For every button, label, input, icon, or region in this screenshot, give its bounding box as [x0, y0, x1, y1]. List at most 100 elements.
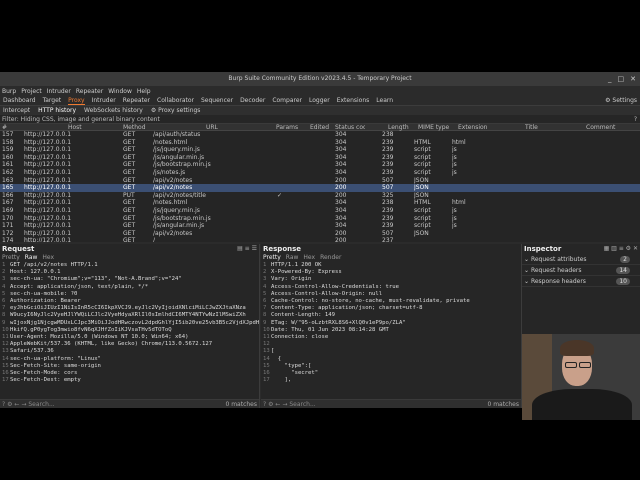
tab-learn[interactable]: Learn — [376, 96, 393, 105]
filter-bar[interactable]: Filter: Hiding CSS, image and general bi… — [0, 115, 640, 124]
tab-comparer[interactable]: Comparer — [272, 96, 302, 105]
table-row[interactable]: 163 http://127.0.0.1 GET/api/v2/notes 200 50… — [0, 177, 640, 185]
menu-intruder[interactable]: Intruder — [47, 87, 71, 96]
maximize-button[interactable]: □ — [618, 74, 625, 84]
minimize-button[interactable]: _ — [608, 74, 612, 84]
help-icon[interactable]: ? — [634, 115, 637, 124]
help-icon[interactable]: ? — [263, 401, 266, 408]
line-number: 5 — [263, 290, 267, 297]
table-body: 157 http://127.0.0.1 GET/api/auth/status 30… — [0, 131, 640, 242]
table-row[interactable]: 161 http://127.0.0.1 GET/js/bootstrap.min.… — [0, 161, 640, 169]
table-cell: GET — [123, 138, 136, 146]
table-cell: 304 — [335, 161, 347, 169]
table-cell: http://127.0.0.1 — [24, 237, 72, 242]
tab-logger[interactable]: Logger — [309, 96, 330, 105]
line-number: 16 — [2, 370, 9, 377]
line-number: 10 — [263, 326, 270, 333]
table-row[interactable]: 160 http://127.0.0.1 GET/js/angular.min.js… — [0, 154, 640, 162]
subtab-websockets-history[interactable]: WebSockets history — [84, 106, 143, 115]
subtab-intercept[interactable]: Intercept — [3, 106, 30, 115]
table-cell: js — [452, 168, 457, 176]
table-row[interactable]: 167 http://127.0.0.1 GET/notes.html 304 238 H… — [0, 199, 640, 207]
request-search-input[interactable]: Search... — [28, 401, 54, 408]
tab-extensions[interactable]: Extensions — [337, 96, 370, 105]
table-row[interactable]: 171 http://127.0.0.1 GET/js/angular.min.js… — [0, 222, 640, 230]
inspector-request-attributes[interactable]: ⌄ Request attributes 2 — [522, 254, 640, 265]
response-tab-hex[interactable]: Hex — [303, 254, 315, 262]
menu-project[interactable]: Project — [21, 87, 42, 96]
response-line: 13[ — [263, 348, 521, 355]
help-icon[interactable]: ? — [2, 401, 5, 408]
gear-icon: ⚙ — [605, 97, 611, 104]
inspector-request-headers[interactable]: ⌄ Request headers 14 — [522, 265, 640, 276]
close-button[interactable]: ✕ — [630, 74, 636, 84]
table-cell: 163 — [2, 176, 14, 184]
table-row[interactable]: 158 http://127.0.0.1 GET/notes.html 304 239 H… — [0, 139, 640, 147]
response-tab-render[interactable]: Render — [320, 254, 341, 262]
settings-button[interactable]: ⚙ Settings — [605, 96, 637, 106]
layout-icons[interactable]: ▤ ≡ ☰ — [237, 244, 257, 254]
table-row[interactable]: 172 http://127.0.0.1 GET/api/v2/notes 200 50… — [0, 230, 640, 238]
table-cell: 507 — [382, 184, 394, 192]
table-row[interactable]: 174 http://127.0.0.1 GET / 200 237 — [0, 237, 640, 242]
request-pane: Request ▤ ≡ ☰ Pretty Raw Hex 1 GET /api/v… — [0, 244, 260, 408]
table-cell: GET — [123, 184, 136, 192]
back-icon[interactable]: ← — [14, 401, 19, 408]
request-tab-pretty[interactable]: Pretty — [2, 254, 20, 262]
response-search-input[interactable]: Search... — [289, 401, 315, 408]
tab-repeater[interactable]: Repeater — [123, 96, 150, 105]
count-badge: 2 — [620, 256, 630, 263]
subtab-http-history[interactable]: HTTP history — [38, 106, 76, 115]
response-tab-pretty[interactable]: Pretty — [263, 254, 281, 262]
forward-icon[interactable]: → — [282, 401, 287, 408]
window-controls: _ □ ✕ — [608, 74, 636, 84]
table-row[interactable]: 169 http://127.0.0.1 GET/js/jquery.min.js 3… — [0, 207, 640, 215]
menu-repeater[interactable]: Repeater — [76, 87, 103, 96]
settings-icon[interactable]: ⚙ — [268, 401, 273, 408]
request-tab-raw[interactable]: Raw — [25, 254, 38, 262]
filter-text: Filter: Hiding CSS, image and general bi… — [2, 116, 160, 123]
inspector-response-headers[interactable]: ⌄ Response headers 10 — [522, 276, 640, 287]
table-cell: js — [452, 153, 457, 161]
tab-intruder[interactable]: Intruder — [92, 96, 116, 105]
response-editor[interactable]: 1 HTTP/1.1 200 OK 2 X-Powered-By: Express 3 V… — [261, 262, 521, 391]
request-tab-hex[interactable]: Hex — [42, 254, 54, 262]
menu-window[interactable]: Window — [108, 87, 132, 96]
request-editor[interactable]: 1 GET /api/v2/notes HTTP/1.1 2 Host: 127.0.… — [0, 262, 259, 391]
table-cell: 304 — [335, 199, 347, 207]
chevron-down-icon: ⌄ — [524, 278, 531, 285]
table-cell: 304 — [335, 214, 347, 222]
menu-help[interactable]: Help — [137, 87, 151, 96]
table-cell: GET — [123, 131, 136, 138]
settings-icon[interactable]: ⚙ — [7, 401, 12, 408]
table-row[interactable]: 165 http://127.0.0.1 GET/api/v2/notes 200 50… — [0, 184, 640, 192]
response-line: 3 Vary: Origin — [263, 276, 521, 283]
line-number: 4 — [2, 283, 6, 290]
tab-target[interactable]: Target — [43, 96, 62, 105]
table-row[interactable]: 170 http://127.0.0.1 GET/js/bootstrap.min.… — [0, 215, 640, 223]
tab-collaborator[interactable]: Collaborator — [157, 96, 194, 105]
table-row[interactable]: 166 http://127.0.0.1 PUT/api/v2/notes/titl… — [0, 192, 640, 200]
back-icon[interactable]: ← — [275, 401, 280, 408]
line-number: 13 — [2, 348, 9, 355]
table-row[interactable]: 162 http://127.0.0.1 GET/js/notes.js 304 239… — [0, 169, 640, 177]
tab-dashboard[interactable]: Dashboard — [3, 96, 36, 105]
response-line: 14 { — [263, 356, 521, 363]
request-line: 3 sec-ch-ua: "Chromium";v="113", "Not-A.B… — [2, 276, 259, 283]
menu-burp[interactable]: Burp — [2, 87, 16, 96]
response-tab-raw[interactable]: Raw — [286, 254, 299, 262]
subtab-proxy-settings[interactable]: ⚙ Proxy settings — [151, 106, 201, 115]
forward-icon[interactable]: → — [21, 401, 26, 408]
table-row[interactable]: 159 http://127.0.0.1 GET/js/jquery.min.js 3… — [0, 146, 640, 154]
table-cell: 171 — [2, 222, 14, 230]
table-cell: GET — [123, 161, 136, 169]
table-row[interactable]: 157 http://127.0.0.1 GET/api/auth/status 30… — [0, 131, 640, 139]
tab-decoder[interactable]: Decoder — [240, 96, 265, 105]
inspector-controls[interactable]: ▦ ▥ ≡ ⚙ ✕ — [604, 244, 638, 254]
table-cell: http://127.0.0.1 — [24, 153, 72, 161]
count-badge: 10 — [616, 278, 630, 285]
line-number: 17 — [2, 377, 9, 384]
tab-proxy[interactable]: Proxy — [68, 96, 85, 105]
table-cell: ✓ — [277, 191, 283, 199]
tab-sequencer[interactable]: Sequencer — [201, 96, 233, 105]
